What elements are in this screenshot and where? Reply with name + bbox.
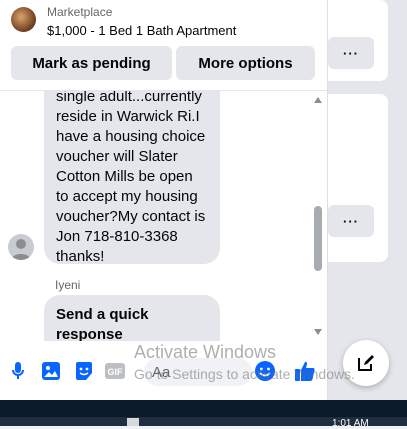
background-card: ···	[326, 0, 388, 81]
scroll-up-arrow-icon[interactable]	[314, 97, 322, 103]
microphone-icon[interactable]	[7, 360, 29, 382]
gif-icon[interactable]: GIF	[104, 360, 126, 382]
taskbar-caret-icon[interactable]	[127, 418, 139, 426]
background-card: ···	[326, 94, 388, 262]
chat-header[interactable]: Marketplace $1,000 - 1 Bed 1 Bath Apartm…	[0, 0, 327, 44]
taskbar-clock[interactable]: 1:01 AM	[332, 418, 369, 429]
chat-window: Marketplace $1,000 - 1 Bed 1 Bath Apartm…	[0, 0, 328, 400]
more-button[interactable]: ···	[328, 205, 374, 237]
sender-name: Iyeni	[55, 278, 81, 292]
message-bubble: Send a quick response	[44, 295, 220, 341]
activate-windows-title: Activate Windows	[134, 342, 277, 362]
listing-avatar	[11, 7, 36, 32]
message-list: single adult...currently reside in Warwi…	[0, 91, 310, 341]
sender-avatar	[8, 234, 34, 260]
message-scrollbar[interactable]	[311, 91, 325, 341]
svg-text:GIF: GIF	[108, 367, 124, 377]
marketplace-label: Marketplace	[47, 5, 113, 19]
sticker-icon[interactable]	[73, 360, 95, 382]
photo-icon[interactable]	[40, 360, 62, 382]
listing-title: $1,000 - 1 Bed 1 Bath Apartment	[47, 23, 237, 38]
mark-as-pending-button[interactable]: Mark as pending	[11, 46, 172, 80]
more-options-button[interactable]: More options	[176, 46, 315, 80]
scroll-thumb[interactable]	[314, 206, 322, 271]
more-button[interactable]: ···	[328, 37, 374, 69]
activate-windows-subtitle: Go to Settings to activate Windows.	[134, 366, 355, 382]
scroll-down-arrow-icon[interactable]	[314, 329, 322, 335]
message-bubble: single adult...currently reside in Warwi…	[44, 91, 220, 265]
compose-icon	[358, 355, 374, 371]
